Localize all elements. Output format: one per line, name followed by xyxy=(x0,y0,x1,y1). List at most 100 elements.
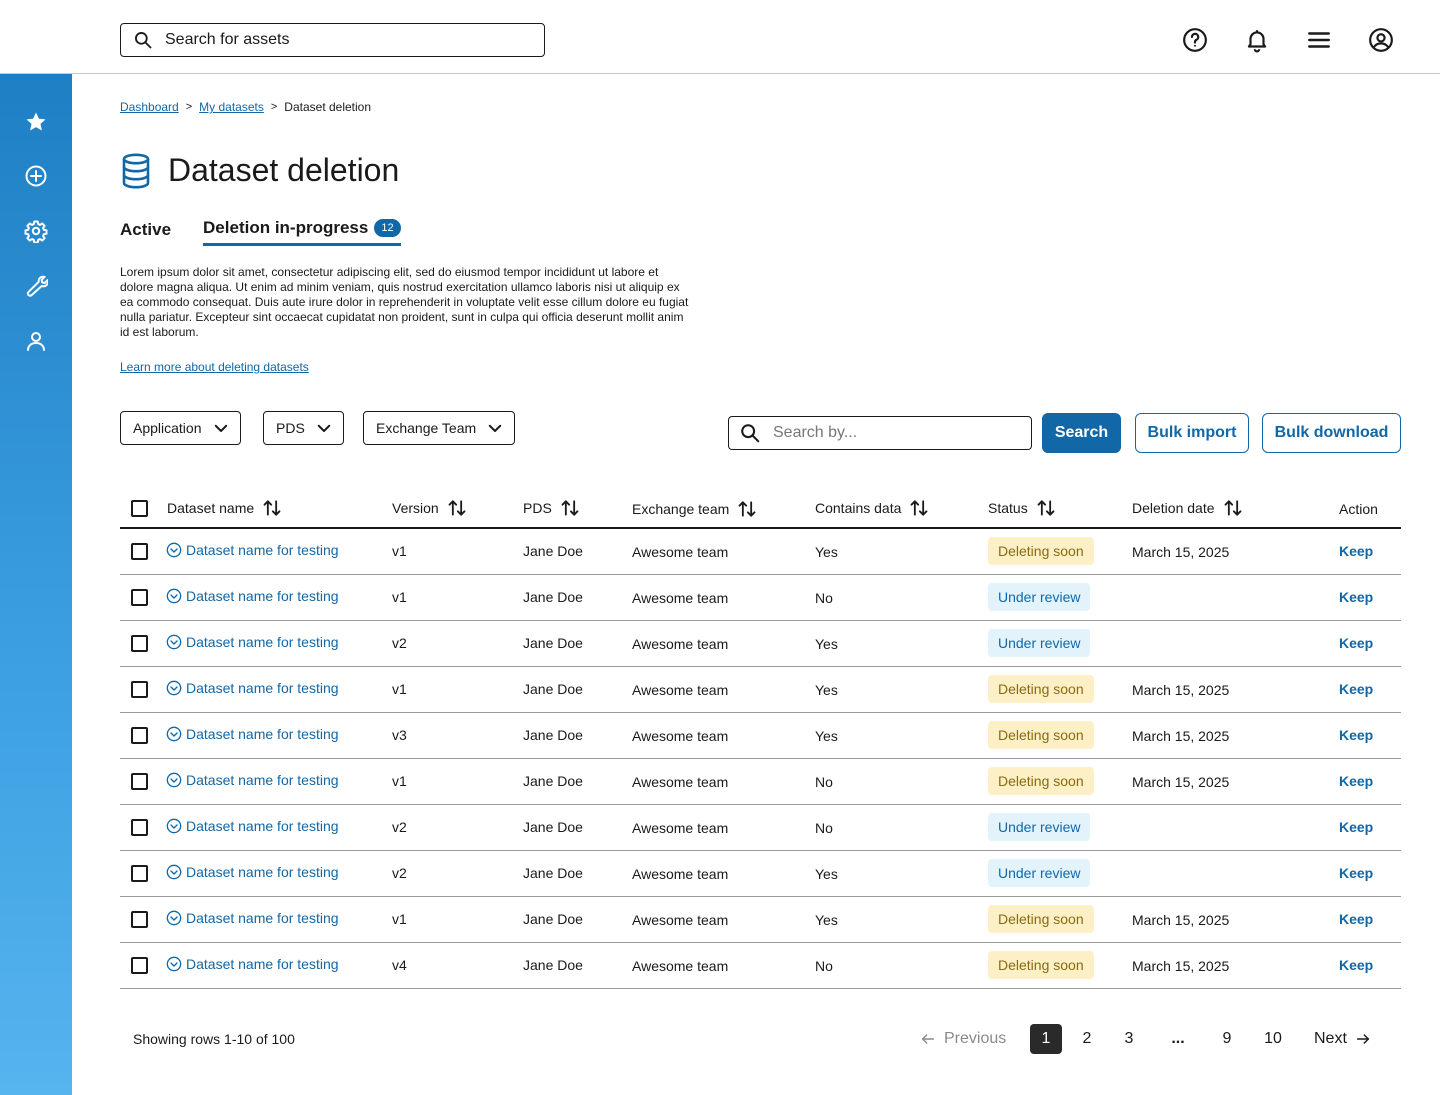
keep-button[interactable]: Keep xyxy=(1339,589,1373,605)
sidebar-item-tools[interactable] xyxy=(0,266,72,306)
dataset-link[interactable]: Dataset name for testing xyxy=(166,818,339,834)
page-button-3[interactable]: 3 xyxy=(1113,1024,1145,1054)
page-button-1[interactable]: 1 xyxy=(1030,1024,1062,1054)
filter-pds[interactable]: PDS xyxy=(263,411,344,445)
cell-exchange-team: Awesome team xyxy=(632,728,729,744)
chevron-circle-icon xyxy=(166,818,182,834)
global-search[interactable] xyxy=(120,23,545,57)
menu-button[interactable] xyxy=(1288,24,1350,56)
table-row: Dataset name for testing v1 Jane Doe Awesom… xyxy=(120,575,1401,621)
dataset-link[interactable]: Dataset name for testing xyxy=(166,680,339,696)
previous-page-button[interactable]: Previous xyxy=(920,1024,1006,1054)
help-icon xyxy=(1183,28,1207,52)
row-checkbox[interactable] xyxy=(131,681,148,698)
breadcrumb-dashboard[interactable]: Dashboard xyxy=(120,100,179,114)
sidebar xyxy=(0,74,72,1095)
global-search-input[interactable] xyxy=(165,31,525,49)
column-header-exchange-team[interactable]: Exchange team xyxy=(632,499,757,519)
chevron-down-icon xyxy=(214,424,227,432)
chevron-circle-icon xyxy=(166,588,182,604)
dataset-name: Dataset name for testing xyxy=(186,588,339,604)
dataset-link[interactable]: Dataset name for testing xyxy=(166,864,339,880)
tab-label: Active xyxy=(120,219,172,239)
column-header-dataset-name[interactable]: Dataset name xyxy=(167,498,282,518)
cell-deletion-date: March 15, 2025 xyxy=(1132,912,1230,928)
filter-label: Exchange Team xyxy=(376,420,477,436)
dataset-link[interactable]: Dataset name for testing xyxy=(166,956,339,972)
dataset-link[interactable]: Dataset name for testing xyxy=(166,910,339,926)
dataset-link[interactable]: Dataset name for testing xyxy=(166,772,339,788)
sidebar-item-create[interactable] xyxy=(0,156,72,196)
table-search[interactable] xyxy=(728,416,1032,450)
dataset-link[interactable]: Dataset name for testing xyxy=(166,542,339,558)
table-row: Dataset name for testing v1 Jane Doe Awesom… xyxy=(120,667,1401,713)
tab-active[interactable]: Active xyxy=(120,218,171,246)
breadcrumb-my-datasets[interactable]: My datasets xyxy=(199,100,264,114)
column-header-contains-data[interactable]: Contains data xyxy=(815,498,929,518)
account-button[interactable] xyxy=(1350,24,1412,56)
learn-more-link[interactable]: Learn more about deleting datasets xyxy=(120,360,309,374)
cell-exchange-team: Awesome team xyxy=(632,866,729,882)
status-badge: Under review xyxy=(988,629,1091,657)
row-checkbox[interactable] xyxy=(131,911,148,928)
column-header-version[interactable]: Version xyxy=(392,498,467,518)
keep-button[interactable]: Keep xyxy=(1339,819,1373,835)
cell-exchange-team: Awesome team xyxy=(632,820,729,836)
cell-version: v1 xyxy=(392,681,407,697)
keep-button[interactable]: Keep xyxy=(1339,635,1373,651)
row-checkbox[interactable] xyxy=(131,635,148,652)
row-checkbox[interactable] xyxy=(131,543,148,560)
cell-contains-data: Yes xyxy=(815,682,838,698)
tab-deletion-in-progress[interactable]: Deletion in-progress 12 xyxy=(203,218,401,246)
table-search-input[interactable] xyxy=(773,424,1023,442)
select-all-checkbox[interactable] xyxy=(131,500,148,517)
keep-button[interactable]: Keep xyxy=(1339,957,1373,973)
page-button-9[interactable]: 9 xyxy=(1211,1024,1243,1054)
status-badge: Deleting soon xyxy=(988,905,1094,933)
dataset-name: Dataset name for testing xyxy=(186,956,339,972)
keep-button[interactable]: Keep xyxy=(1339,865,1373,881)
notifications-button[interactable] xyxy=(1226,24,1288,56)
keep-button[interactable]: Keep xyxy=(1339,727,1373,743)
keep-button[interactable]: Keep xyxy=(1339,681,1373,697)
dataset-link[interactable]: Dataset name for testing xyxy=(166,726,339,742)
row-checkbox[interactable] xyxy=(131,865,148,882)
bulk-import-button[interactable]: Bulk import xyxy=(1135,413,1249,453)
keep-button[interactable]: Keep xyxy=(1339,773,1373,789)
breadcrumb-current: Dataset deletion xyxy=(284,100,372,114)
column-header-status[interactable]: Status xyxy=(988,498,1056,518)
page-button-10[interactable]: 10 xyxy=(1257,1024,1289,1054)
column-header-pds[interactable]: PDS xyxy=(523,498,580,518)
cell-exchange-team: Awesome team xyxy=(632,682,729,698)
row-checkbox[interactable] xyxy=(131,819,148,836)
cell-version: v1 xyxy=(392,773,407,789)
row-checkbox[interactable] xyxy=(131,589,148,606)
table-header: Dataset name Version PDS Exchange team C… xyxy=(120,486,1401,529)
column-header-deletion-date[interactable]: Deletion date xyxy=(1132,498,1243,518)
star-icon xyxy=(26,112,46,131)
keep-button[interactable]: Keep xyxy=(1339,543,1373,559)
user-icon xyxy=(27,332,45,351)
top-bar xyxy=(0,0,1440,74)
search-button[interactable]: Search xyxy=(1042,413,1121,453)
keep-button[interactable]: Keep xyxy=(1339,911,1373,927)
dataset-name: Dataset name for testing xyxy=(186,680,339,696)
dataset-link[interactable]: Dataset name for testing xyxy=(166,634,339,650)
row-checkbox[interactable] xyxy=(131,727,148,744)
cell-exchange-team: Awesome team xyxy=(632,774,729,790)
cell-exchange-team: Awesome team xyxy=(632,636,729,652)
help-button[interactable] xyxy=(1164,24,1226,56)
bulk-download-button[interactable]: Bulk download xyxy=(1262,413,1401,453)
page-button-2[interactable]: 2 xyxy=(1071,1024,1103,1054)
filter-exchange-team[interactable]: Exchange Team xyxy=(363,411,516,445)
row-checkbox[interactable] xyxy=(131,773,148,790)
cell-version: v1 xyxy=(392,543,407,559)
dataset-link[interactable]: Dataset name for testing xyxy=(166,588,339,604)
sidebar-item-profile[interactable] xyxy=(0,321,72,361)
filter-application[interactable]: Application xyxy=(120,411,241,445)
page-ellipsis: ... xyxy=(1171,1030,1185,1047)
row-checkbox[interactable] xyxy=(131,957,148,974)
next-page-button[interactable]: Next xyxy=(1314,1024,1371,1054)
sidebar-item-settings[interactable] xyxy=(0,211,72,251)
sidebar-item-favorites[interactable] xyxy=(0,102,72,142)
